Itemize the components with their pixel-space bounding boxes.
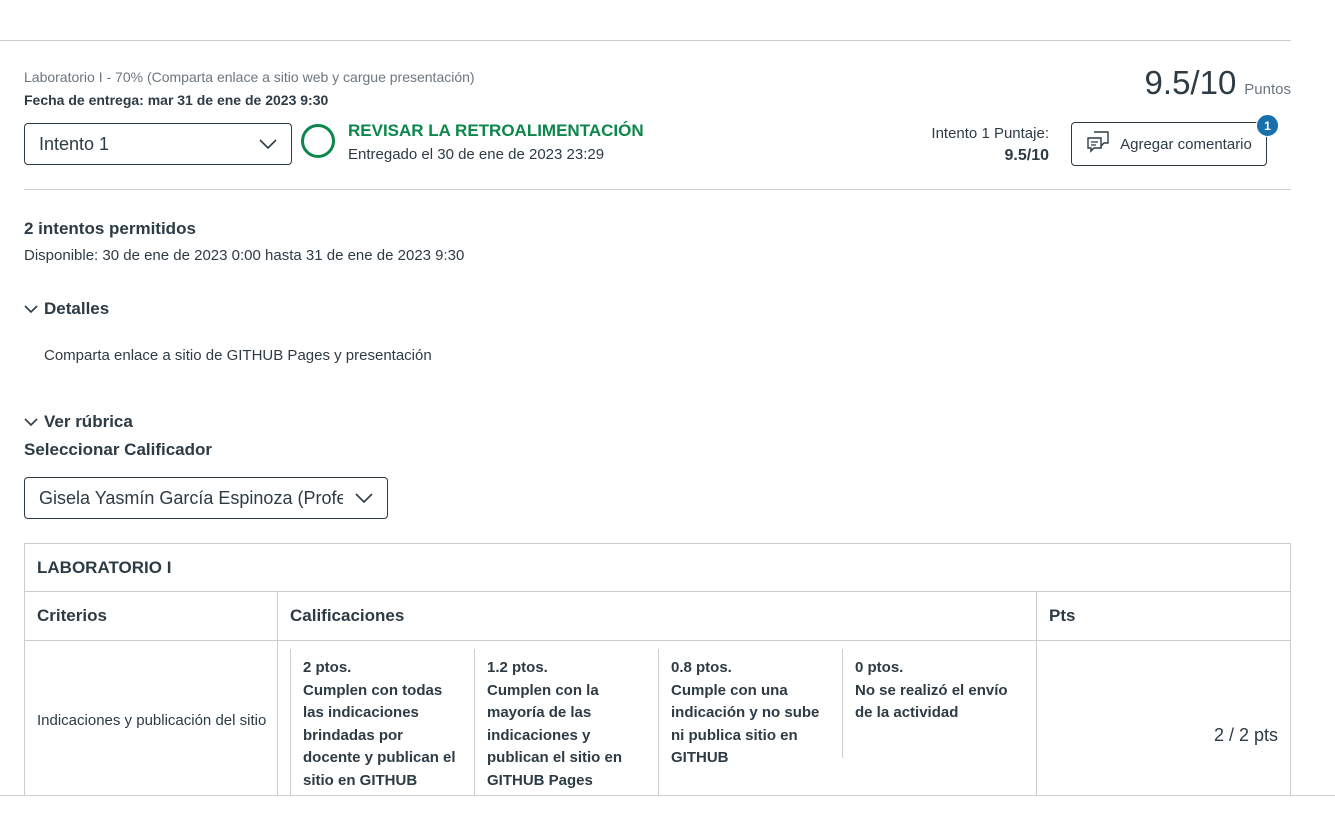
status-circle-icon [301,124,335,158]
assignment-title: Laboratorio I - 70% (Comparta enlace a s… [24,69,475,85]
status-title: REVISAR LA RETROALIMENTACIÓN [348,121,644,140]
rating-option[interactable]: 0.8 ptos. Cumple con una indicación y no… [658,649,842,801]
grader-select[interactable]: Gisela Yasmín García Espinoza (Profesor) [24,477,388,519]
points-header: Pts [1049,606,1076,625]
rubric-header-row: Criterios Calificaciones Pts [25,592,1290,641]
rating-description: No se realizó el envío de la actividad [855,681,1008,722]
rubric-title: LABORATORIO I [25,544,1290,592]
rating-points: 1.2 ptos. [487,659,548,676]
attempts-allowed: 2 intentos permitidos [24,219,196,238]
rating-option[interactable]: 2 ptos. Cumplen con todas las indicacion… [290,649,474,811]
criterion-description: Indicaciones y publicación del sitio [25,641,278,801]
attempt-select-value: Intento 1 [39,133,110,154]
criteria-header: Criterios [25,592,278,640]
rating-points: 0.8 ptos. [671,659,732,676]
status-submitted: Entregado el 30 de ene de 2023 23:29 [348,146,605,163]
chevron-down-icon [355,488,373,509]
chevron-down-icon [24,412,38,432]
rubric-table: LABORATORIO I Criterios Calificaciones P… [24,543,1291,811]
add-comment-label: Agregar comentario [1120,135,1252,153]
total-score-value: 9.5/10 [1144,64,1237,101]
rubric-row: Indicaciones y publicación del sitio 2 p… [25,641,1290,811]
grader-label: Seleccionar Calificador [24,440,213,459]
rating-option[interactable]: 0 ptos. No se realizó el envío de la act… [842,649,1026,758]
total-score: 9.5/10 Puntos [1145,64,1291,102]
top-divider [0,40,1291,41]
comment-count-badge: 1 [1256,114,1279,137]
rating-description: Cumple con una indicación y no sube ni p… [671,681,820,767]
rating-points: 0 ptos. [855,659,904,676]
rubric-toggle[interactable]: Ver rúbrica [24,412,133,432]
details-text: Comparta enlace a sitio de GITHUB Pages … [44,347,432,364]
attempt-select[interactable]: Intento 1 [24,123,292,165]
attempt-score-label: Intento 1 Puntaje: [931,125,1049,142]
chevron-down-icon [24,299,38,319]
details-toggle-label: Detalles [44,299,110,318]
ratings-header: Calificaciones [278,592,1037,640]
attempt-score: Intento 1 Puntaje: 9.5/10 [931,123,1049,167]
comments-icon [1086,131,1110,157]
rating-description: Cumplen con la mayoría de las indicacion… [487,681,623,789]
details-toggle[interactable]: Detalles [24,299,109,319]
attempt-score-value: 9.5/10 [1004,147,1049,164]
rating-option[interactable]: 1.2 ptos. Cumplen con la mayoría de las … [474,649,658,801]
chevron-down-icon [259,134,277,155]
availability: Disponible: 30 de ene de 2023 0:00 hasta… [24,247,465,264]
ratings-cell: 2 ptos. Cumplen con todas las indicacion… [278,641,1037,811]
due-date: Fecha de entrega: mar 31 de ene de 2023 … [24,92,329,108]
add-comment-button[interactable]: Agregar comentario [1071,122,1267,166]
header-divider [24,189,1291,190]
rating-points: 2 ptos. [303,659,352,676]
rubric-toggle-label: Ver rúbrica [44,412,133,431]
grader-select-value: Gisela Yasmín García Espinoza (Profesor) [39,487,343,508]
criterion-points: 2 / 2 pts [1213,725,1278,745]
total-score-label: Puntos [1244,81,1291,98]
bottom-edge [0,795,1335,818]
